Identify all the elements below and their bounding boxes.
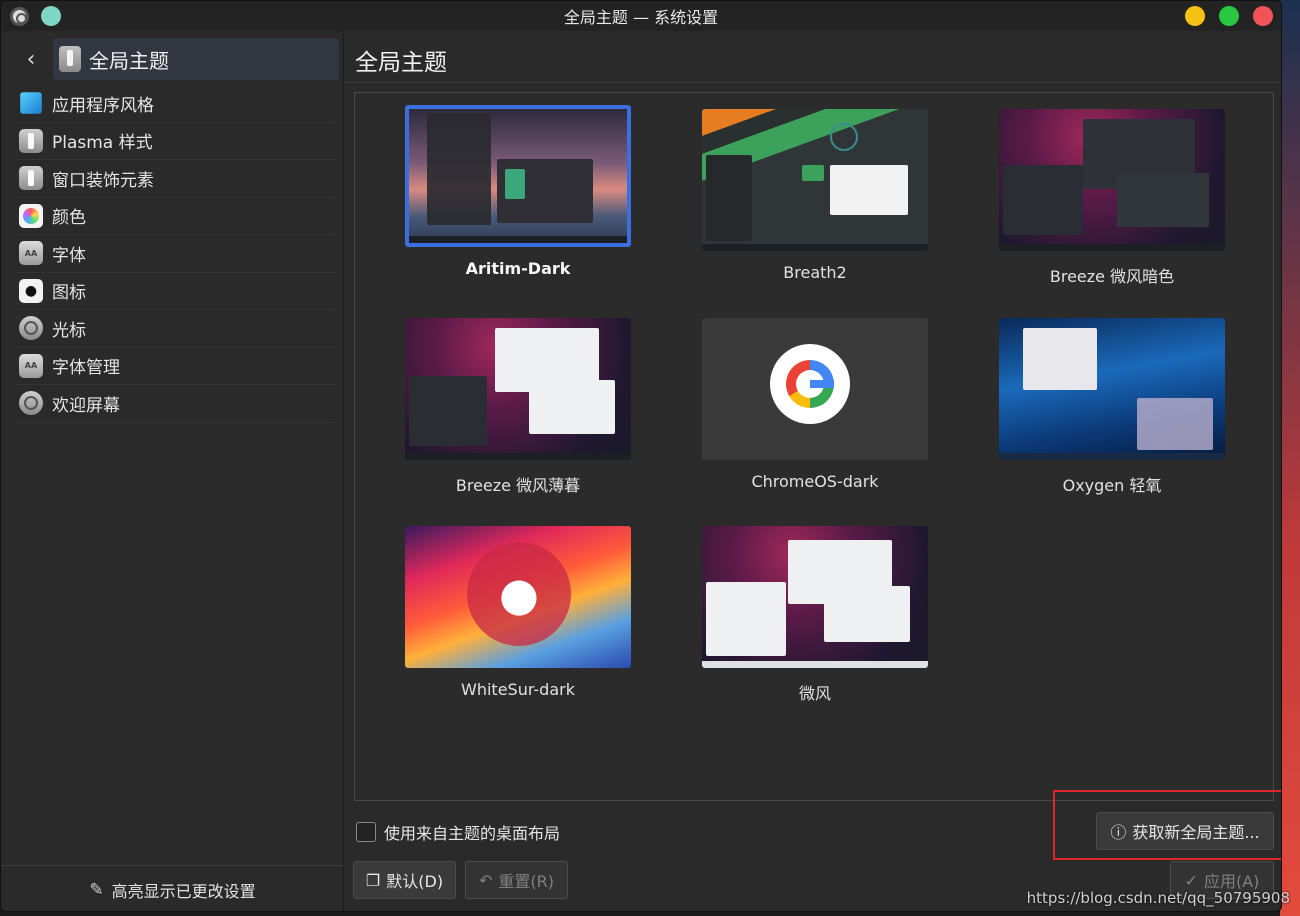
default-button[interactable]: ❐ 默认(D) <box>353 861 456 899</box>
defaults-icon: ❐ <box>365 870 381 890</box>
theme-tile-breeze-twilight[interactable]: Breeze 微风薄暮 <box>405 318 631 508</box>
sidebar-item-label: 窗口装饰元素 <box>52 170 154 191</box>
sidebar-item-label: 应用程序风格 <box>52 95 154 116</box>
font-icon: AA <box>19 241 43 266</box>
sidebar-item-label: 欢迎屏幕 <box>52 395 120 416</box>
desktop-background <box>1280 0 1300 916</box>
theme-preview <box>405 105 631 247</box>
sidebar-item-label: 字体管理 <box>52 358 120 379</box>
highlight-changed-settings-button[interactable]: ✎ 高亮显示已更改设置 <box>1 865 344 911</box>
sidebar-item-label: 颜色 <box>52 208 86 229</box>
theme-tile-chromeos-dark[interactable]: ChromeOS-dark <box>702 318 928 508</box>
theme-preview: ● <box>405 526 631 668</box>
title-bar: 全局主题 — 系统设置 <box>1 1 1281 31</box>
sidebar-item-label: Plasma 样式 <box>52 133 153 154</box>
theme-name: Breeze 微风暗色 <box>1049 267 1175 286</box>
theme-name: ChromeOS-dark <box>751 472 879 491</box>
theme-preview <box>999 318 1225 460</box>
cube-icon <box>20 92 42 115</box>
sidebar-item-colors[interactable]: 颜色 <box>15 198 335 235</box>
use-desktop-layout-label: 使用来自主题的桌面布局 <box>384 824 561 843</box>
theme-name: WhiteSur-dark <box>461 680 575 699</box>
default-label: 默认(D) <box>386 872 444 891</box>
sidebar-item-global-theme[interactable]: 全局主题 <box>53 38 339 80</box>
splash-icon <box>19 391 43 416</box>
sidebar-item-fonts[interactable]: AA 字体 <box>15 235 335 273</box>
global-theme-icon <box>59 46 81 72</box>
theme-name: Oxygen 轻氧 <box>1062 476 1162 495</box>
sidebar-header-label: 全局主题 <box>89 48 169 73</box>
use-desktop-layout-option[interactable]: 使用来自主题的桌面布局 <box>356 820 560 844</box>
reset-label: 重置(R) <box>498 872 554 891</box>
use-desktop-layout-checkbox[interactable] <box>356 822 376 842</box>
page-title: 全局主题 <box>355 50 447 76</box>
sidebar-item-cursors[interactable]: 光标 <box>15 310 335 348</box>
apple-logo-icon: ● <box>467 542 571 646</box>
theme-grid: Aritim-Dark Breath2 Breeze 微风暗色 Breeze 微… <box>354 92 1274 801</box>
theme-tile-whitesur-dark[interactable]: ● WhiteSur-dark <box>405 526 631 716</box>
close-button[interactable] <box>1253 6 1273 26</box>
font-manager-icon: AA <box>19 353 43 378</box>
sidebar: ‹ 全局主题 应用程序风格 Plasma 样式 窗口装饰元素 颜色 AA 字体 … <box>1 31 344 911</box>
chevron-left-icon: ‹ <box>26 46 36 72</box>
sidebar-list: 应用程序风格 Plasma 样式 窗口装饰元素 颜色 AA 字体 ● 图标 光标… <box>15 85 335 423</box>
sidebar-item-icons[interactable]: ● 图标 <box>15 273 335 310</box>
download-icon: ⓘ <box>1110 823 1127 842</box>
sidebar-item-label: 图标 <box>52 283 86 304</box>
back-button[interactable]: ‹ <box>9 37 53 81</box>
theme-preview <box>405 318 631 460</box>
maximize-button[interactable] <box>1219 6 1239 26</box>
pencil-icon: ✎ <box>89 879 104 900</box>
theme-tile-breath2[interactable]: Breath2 <box>702 109 928 299</box>
sidebar-item-splash-screen[interactable]: 欢迎屏幕 <box>15 385 335 423</box>
main-panel: 全局主题 Aritim-Dark Breath2 Breeze 微风暗色 Bre… <box>344 31 1281 911</box>
sidebar-item-font-management[interactable]: AA 字体管理 <box>15 348 335 385</box>
sidebar-item-window-decorations[interactable]: 窗口装饰元素 <box>15 160 335 198</box>
divider <box>344 82 1281 83</box>
sidebar-item-label: 字体 <box>52 245 86 266</box>
system-settings-window: 全局主题 — 系统设置 ‹ 全局主题 应用程序风格 Plasma 样式 窗口装饰… <box>0 0 1282 912</box>
theme-tile-oxygen[interactable]: Oxygen 轻氧 <box>999 318 1225 508</box>
window-title: 全局主题 — 系统设置 <box>563 8 719 27</box>
theme-preview <box>999 109 1225 251</box>
sidebar-item-app-style[interactable]: 应用程序风格 <box>15 85 335 123</box>
app-menu-icon[interactable] <box>10 6 29 26</box>
cursor-icon <box>19 316 43 341</box>
minimize-button[interactable] <box>1185 6 1205 26</box>
theme-preview <box>702 526 928 668</box>
theme-tile-breeze[interactable]: 微风 <box>702 526 928 716</box>
highlight-changed-label: 高亮显示已更改设置 <box>111 881 256 901</box>
theme-name: Breeze 微风薄暮 <box>455 476 581 495</box>
get-new-label: 获取新全局主题... <box>1132 823 1260 842</box>
plasma-icon <box>19 128 43 153</box>
theme-name: Aritim-Dark <box>465 259 571 278</box>
pin-button[interactable] <box>41 6 61 26</box>
theme-preview <box>702 318 928 460</box>
undo-icon: ↶ <box>478 870 493 890</box>
theme-tile-aritim-dark[interactable]: Aritim-Dark <box>405 105 631 295</box>
theme-tile-breeze-dark[interactable]: Breeze 微风暗色 <box>999 109 1225 299</box>
checkmark-icon: ✓ <box>1184 870 1198 890</box>
sidebar-header: ‹ 全局主题 <box>9 37 339 81</box>
theme-preview <box>702 109 928 251</box>
reset-button[interactable]: ↶ 重置(R) <box>465 861 568 899</box>
google-logo-icon <box>770 344 850 424</box>
get-new-global-themes-button[interactable]: ⓘ 获取新全局主题... <box>1096 812 1274 850</box>
apple-icon: ● <box>19 278 43 303</box>
color-wheel-icon <box>19 203 43 228</box>
theme-name: Breath2 <box>783 263 847 282</box>
watermark: https://blog.csdn.net/qq_50795908 <box>1026 889 1290 907</box>
theme-name: 微风 <box>798 684 831 703</box>
sidebar-item-plasma-style[interactable]: Plasma 样式 <box>15 123 335 160</box>
window-deco-icon <box>19 166 43 191</box>
sidebar-item-label: 光标 <box>52 320 86 341</box>
